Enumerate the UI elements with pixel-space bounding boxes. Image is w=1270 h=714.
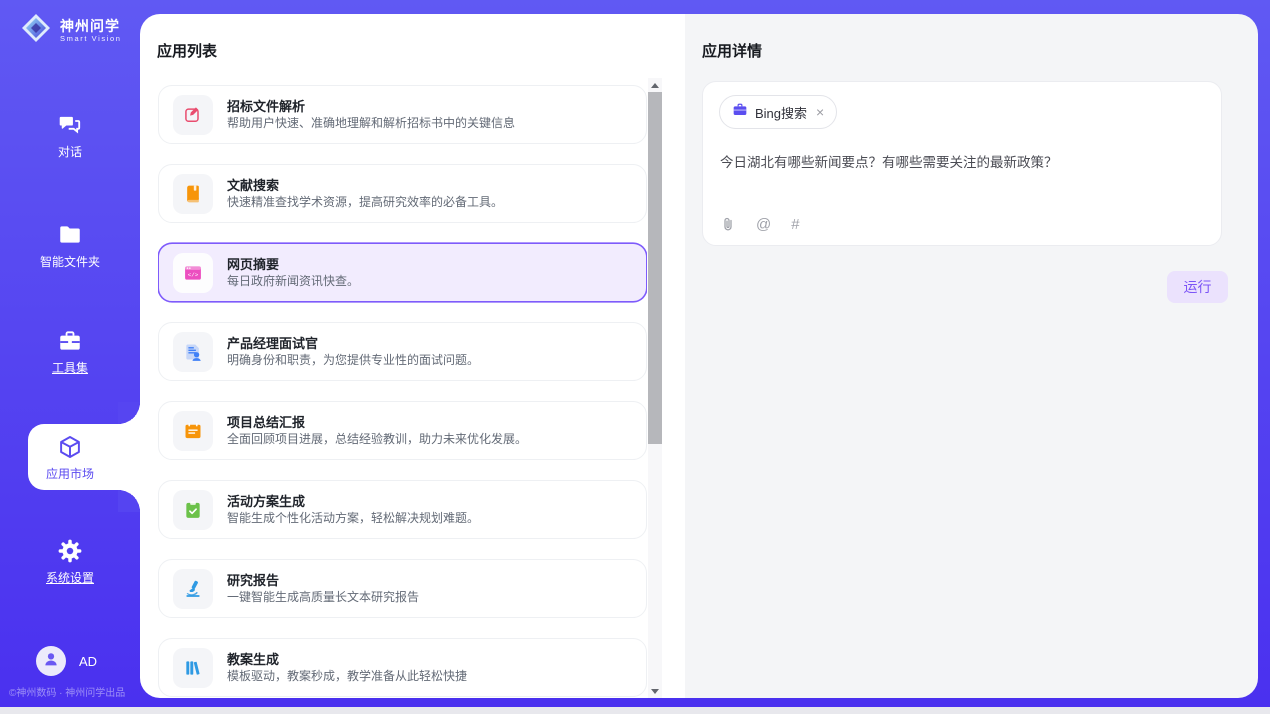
- bubble-curve-bottom: [118, 490, 140, 512]
- sidebar-item-label: 系统设置: [46, 571, 94, 585]
- folder-icon: [57, 222, 83, 248]
- sidebar-item-label: 对话: [58, 145, 82, 159]
- sidebar-item-label: 应用市场: [46, 467, 94, 481]
- app-card-texts: 网页摘要每日政府新闻资讯快查。: [227, 256, 359, 289]
- close-icon[interactable]: ×: [816, 105, 824, 119]
- scroll-up-icon[interactable]: [648, 78, 662, 92]
- app-card-description: 智能生成个性化活动方案，轻松解决规划难题。: [227, 510, 479, 526]
- app-card-title: 文献搜索: [227, 177, 503, 194]
- app-card-texts: 教案生成模板驱动，教案秒成，教学准备从此轻松快捷: [227, 651, 467, 684]
- app-card-texts: 研究报告一键智能生成高质量长文本研究报告: [227, 572, 419, 605]
- window-bottom-edge: [0, 707, 1270, 714]
- scrollbar-track[interactable]: [648, 92, 662, 684]
- app-card-2[interactable]: </> 网页摘要每日政府新闻资讯快查。: [158, 243, 647, 302]
- app-card-texts: 项目总结汇报全面回顾项目进展，总结经验教训，助力未来优化发展。: [227, 414, 527, 447]
- app-detail-panel: 应用详情 Bing搜索 × 今日湖北有哪些新闻要点？有哪些需要关注的最新政策？: [685, 14, 1258, 698]
- hash-icon[interactable]: #: [791, 217, 799, 232]
- app-card-description: 一键智能生成高质量长文本研究报告: [227, 589, 419, 605]
- app-card-description: 快速精准查找学术资源，提高研究效率的必备工具。: [227, 194, 503, 210]
- scroll-down-icon[interactable]: [648, 684, 662, 698]
- tender-doc-icon: [173, 95, 213, 135]
- briefcase-icon: [732, 102, 748, 123]
- app-card-title: 项目总结汇报: [227, 414, 527, 431]
- clipboard-check-icon: [173, 490, 213, 530]
- app-card-title: 网页摘要: [227, 256, 359, 273]
- avatar: [36, 646, 66, 676]
- app-card-description: 每日政府新闻资讯快查。: [227, 273, 359, 289]
- plugin-chip-bing-search[interactable]: Bing搜索 ×: [719, 95, 837, 129]
- report-icon: [173, 411, 213, 451]
- app-card-title: 研究报告: [227, 572, 419, 589]
- brand-name: 神州问学: [60, 18, 122, 34]
- app-card-description: 帮助用户快速、准确地理解和解析招标书中的关键信息: [227, 115, 515, 131]
- query-text[interactable]: 今日湖北有哪些新闻要点？有哪些需要关注的最新政策？: [720, 151, 1201, 171]
- app-card-0[interactable]: 招标文件解析帮助用户快速、准确地理解和解析招标书中的关键信息: [158, 85, 647, 144]
- app-list-title: 应用列表: [157, 40, 217, 61]
- app-detail-title: 应用详情: [702, 40, 762, 61]
- app-card-6[interactable]: 研究报告一键智能生成高质量长文本研究报告: [158, 559, 647, 618]
- app-card-description: 模板驱动，教案秒成，教学准备从此轻松快捷: [227, 668, 467, 684]
- app-card-3[interactable]: 产品经理面试官明确身份和职责，为您提供专业性的面试问题。: [158, 322, 647, 381]
- app-card-1[interactable]: 文献搜索快速精准查找学术资源，提高研究效率的必备工具。: [158, 164, 647, 223]
- run-button[interactable]: 运行: [1167, 271, 1228, 303]
- brand-diamond-icon: [20, 12, 52, 49]
- app-card-texts: 产品经理面试官明确身份和职责，为您提供专业性的面试问题。: [227, 335, 479, 368]
- sidebar-item-3[interactable]: 应用市场: [0, 434, 140, 483]
- app-list: 招标文件解析帮助用户快速、准确地理解和解析招标书中的关键信息文献搜索快速精准查找…: [158, 85, 647, 698]
- sidebar: 神州问学 Smart Vision 对话智能文件夹工具集应用市场系统设置 AD …: [0, 0, 140, 707]
- person-icon: [42, 650, 60, 673]
- chat-icon: [57, 112, 83, 138]
- gear-icon: [57, 538, 83, 564]
- app-card-title: 招标文件解析: [227, 98, 515, 115]
- app-card-4[interactable]: 项目总结汇报全面回顾项目进展，总结经验教训，助力未来优化发展。: [158, 401, 647, 460]
- toolbox-icon: [57, 328, 83, 354]
- app-card-title: 活动方案生成: [227, 493, 479, 510]
- user-initials: AD: [79, 654, 97, 669]
- brand-logo: 神州问学 Smart Vision: [20, 12, 122, 49]
- app-card-description: 全面回顾项目进展，总结经验教训，助力未来优化发展。: [227, 431, 527, 447]
- app-card-texts: 文献搜索快速精准查找学术资源，提高研究效率的必备工具。: [227, 177, 503, 210]
- research-icon: [173, 569, 213, 609]
- app-list-panel: 应用列表 招标文件解析帮助用户快速、准确地理解和解析招标书中的关键信息文献搜索快…: [140, 14, 685, 698]
- app-card-texts: 活动方案生成智能生成个性化活动方案，轻松解决规划难题。: [227, 493, 479, 526]
- sidebar-item-label: 工具集: [52, 361, 88, 375]
- brand-subtitle: Smart Vision: [60, 34, 122, 43]
- plugin-chip-label: Bing搜索: [755, 103, 807, 122]
- sidebar-item-0[interactable]: 对话: [0, 112, 140, 161]
- mention-icon[interactable]: @: [756, 217, 771, 232]
- prompt-card: Bing搜索 × 今日湖北有哪些新闻要点？有哪些需要关注的最新政策？ @ #: [702, 81, 1222, 246]
- books-icon: [173, 648, 213, 688]
- attachment-icon[interactable]: [720, 216, 736, 233]
- user-account[interactable]: AD: [36, 646, 97, 676]
- bubble-curve-top: [118, 402, 140, 424]
- sidebar-item-1[interactable]: 智能文件夹: [0, 222, 140, 271]
- app-card-7[interactable]: 教案生成模板驱动，教案秒成，教学准备从此轻松快捷: [158, 638, 647, 697]
- svg-text:</>: </>: [188, 271, 199, 278]
- cube-icon: [57, 434, 83, 460]
- app-card-5[interactable]: 活动方案生成智能生成个性化活动方案，轻松解决规划难题。: [158, 480, 647, 539]
- app-card-description: 明确身份和职责，为您提供专业性的面试问题。: [227, 352, 479, 368]
- sidebar-item-2[interactable]: 工具集: [0, 328, 140, 377]
- app-card-title: 教案生成: [227, 651, 467, 668]
- sidebar-item-4[interactable]: 系统设置: [0, 538, 140, 587]
- webpage-icon: </>: [173, 253, 213, 293]
- app-card-texts: 招标文件解析帮助用户快速、准确地理解和解析招标书中的关键信息: [227, 98, 515, 131]
- scrollbar-thumb[interactable]: [648, 92, 662, 444]
- copyright: ©神州数码 · 神州问学出品: [9, 684, 141, 699]
- scrollbar[interactable]: [648, 78, 662, 698]
- book-icon: [173, 174, 213, 214]
- sidebar-item-label: 智能文件夹: [40, 255, 100, 269]
- interviewer-icon: [173, 332, 213, 372]
- app-card-title: 产品经理面试官: [227, 335, 479, 352]
- app-window: 神州问学 Smart Vision 对话智能文件夹工具集应用市场系统设置 AD …: [0, 0, 1270, 714]
- input-toolbar: @ #: [720, 216, 800, 233]
